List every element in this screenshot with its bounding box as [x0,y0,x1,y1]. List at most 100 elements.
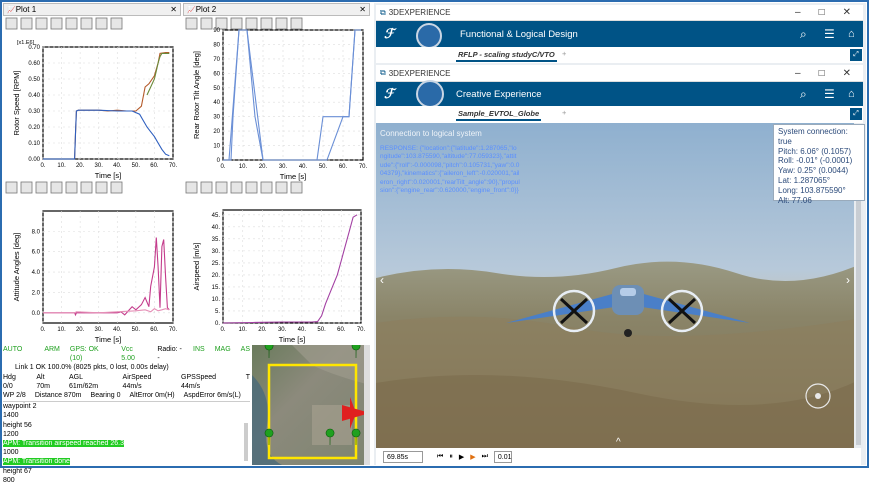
y-tick-label: 2.0 [32,290,41,296]
tag-icon[interactable]: ⌂ [848,88,855,100]
expand-icon[interactable]: ⤢ [850,49,862,61]
toolbar-button[interactable] [95,17,108,30]
window1-tab[interactable]: RFLP - scaling studyC/VTO [456,50,557,62]
info-pitch: Pitch: 6.06° (0.1057) [778,146,852,156]
toolbar-button[interactable] [50,17,63,30]
toolbar-button[interactable] [245,181,258,194]
toolbar-button[interactable] [95,181,108,194]
toolbar-button[interactable] [245,17,258,30]
y-tick-label: 30. [212,249,221,255]
toolbar-button[interactable] [5,181,18,194]
toolbar-button[interactable] [200,17,213,30]
connection-label: Connection to logical system [380,129,482,138]
x-tick-label: 0. [220,327,225,333]
right-arrow-icon[interactable]: › [846,273,850,287]
menu-icon[interactable]: ☰ [824,27,835,41]
add-tab-button[interactable]: + [562,108,566,117]
chevron-up-icon[interactable]: ^ [616,437,621,448]
y-tick-label: 20 [213,129,220,135]
toolbar-button[interactable] [20,181,33,194]
gpsspeed-value: GPSSpeed 44m/s [181,373,217,390]
ds-logo-icon[interactable]: ℱ [384,86,394,102]
toolbar-button[interactable] [260,17,273,30]
menu-icon[interactable]: ☰ [824,87,835,101]
x-tick-label: 70. [357,327,366,333]
toolbar-button[interactable] [185,17,198,30]
y-tick-label: 15. [212,285,221,291]
left-arrow-icon[interactable]: ‹ [380,273,384,287]
log-line: 1200 [3,430,19,438]
scrollbar[interactable] [244,423,248,461]
step-icon[interactable]: ▶ [470,453,475,461]
minimize-icon[interactable]: – [795,7,801,18]
toolbar-button[interactable] [5,17,18,30]
window2-tab[interactable]: Sample_EVTOL_Globe [456,109,542,121]
x-tick-label: 60. [337,327,346,333]
tag-icon[interactable]: ⌂ [848,28,855,40]
satellite-map[interactable] [252,345,370,465]
y-axis-label: Rotor Speed [RPM] [12,70,21,135]
compass-icon[interactable] [416,80,444,108]
mode-arm: ARM [44,346,60,353]
add-tab-button[interactable]: + [562,49,566,58]
close-icon[interactable]: ✕ [843,68,851,79]
plot1-tab[interactable]: 📈 Plot 1 ✕ [3,3,181,16]
minimize-icon[interactable]: – [795,68,801,79]
toolbar-button[interactable] [290,181,303,194]
maximize-icon[interactable]: □ [819,68,825,79]
time-field[interactable]: 69.85s [383,451,423,463]
window1-titlebar: ⧉ 3DEXPERIENCE – □ ✕ [376,5,863,21]
search-icon[interactable]: ⌕ [800,87,807,102]
chart-icon: 📈 [7,6,16,14]
y-tick-label: 90 [213,28,220,34]
window2-app-name: 3DEXPERIENCE [388,68,451,78]
toolbar-button[interactable] [35,17,48,30]
toolbar-button[interactable] [35,181,48,194]
y-tick-label: 10 [213,144,220,150]
x-tick-label: 30. [95,163,104,169]
toolbar-button[interactable] [110,181,123,194]
x-tick-label: 70. [169,163,178,169]
ds-logo-icon[interactable]: ℱ [384,26,394,42]
toolbar-button[interactable] [80,17,93,30]
speed-field[interactable]: 0.01 [493,451,512,463]
toolbar-button[interactable] [80,181,93,194]
y-tick-label: 0.30 [28,109,40,115]
toolbar-button[interactable] [230,181,243,194]
compass-icon[interactable] [416,23,442,49]
toolbar-button[interactable] [185,181,198,194]
window2-header: ℱ Creative Experience ⌕ ☰ ⌂ [376,80,863,108]
toolbar-button[interactable] [275,17,288,30]
plot2-tab[interactable]: 📈 Plot 2 ✕ [183,3,370,16]
toolbar-button[interactable] [275,181,288,194]
window2-titlebar: ⧉ 3DEXPERIENCE – □ ✕ [376,65,863,82]
toolbar-button[interactable] [290,17,303,30]
search-icon[interactable]: ⌕ [800,27,807,42]
maximize-icon[interactable]: □ [819,7,825,18]
skip-forward-icon[interactable]: ⏭ [482,453,488,461]
toolbar-button[interactable] [50,181,63,194]
y-tick-label: 0. [215,321,220,327]
pause-icon[interactable]: ⏸ [449,453,453,461]
close-icon[interactable]: ✕ [843,7,851,18]
play-icon[interactable]: ▶ [459,453,464,461]
toolbar-button[interactable] [200,181,213,194]
charts-svg: 0. 10. 20. 30. 40. 50. 60. 70.0.700.600.500.400… [5,17,368,344]
toolbar-button[interactable] [65,17,78,30]
toolbar-button[interactable] [230,17,243,30]
log-line: height 56 [3,421,32,429]
toolbar-button[interactable] [110,17,123,30]
skip-back-icon[interactable]: ⏮ [437,453,443,461]
close-icon[interactable]: ✕ [359,5,369,14]
expand-icon[interactable]: ⤢ [850,108,862,120]
info-long: Long: 103.875590° [778,185,846,195]
toolbar-button[interactable] [260,181,273,194]
toolbar-button[interactable] [215,181,228,194]
x-tick-label: 10. [239,327,248,333]
y-tick-label: 40 [213,100,220,106]
close-icon[interactable]: ✕ [170,5,180,14]
y-tick-label: 20. [212,273,221,279]
toolbar-button[interactable] [65,181,78,194]
toolbar-button[interactable] [20,17,33,30]
chart-4: 0. 10. 20. 30. 40. 50. 60. 70. 45. 40. 35. 30. 25. 20… [192,209,366,344]
